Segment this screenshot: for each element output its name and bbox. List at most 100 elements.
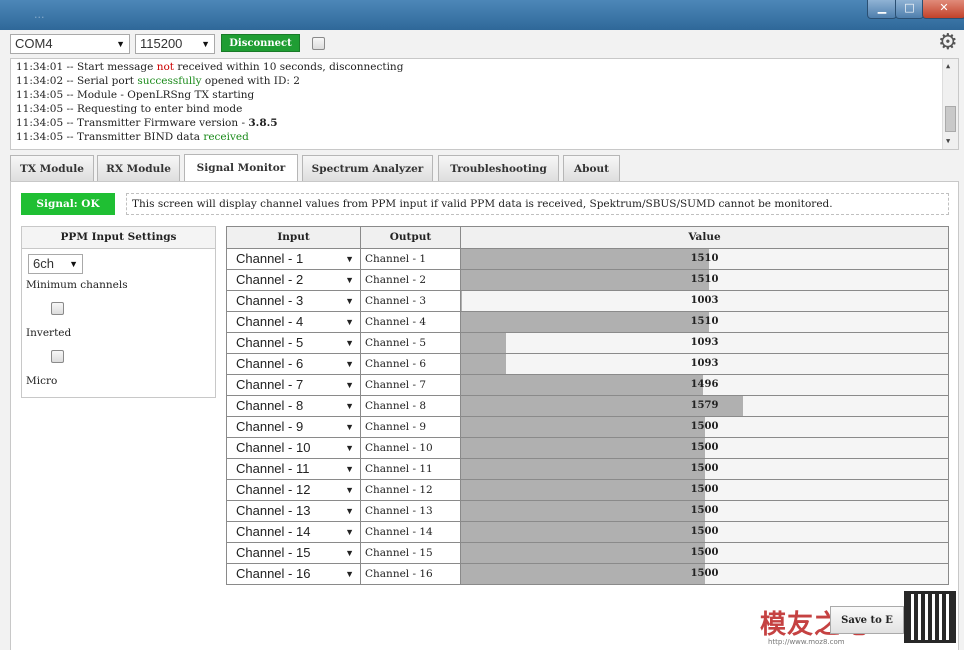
value-number: 1500: [690, 421, 719, 432]
log-text: -- Serial port: [63, 75, 138, 87]
channels-value: 6ch: [33, 256, 54, 271]
value-number: 1500: [690, 547, 719, 558]
chevron-down-icon: ▼: [345, 569, 354, 579]
value-number: 1500: [690, 442, 719, 453]
input-channel-select[interactable]: Channel - 1 ▼: [227, 249, 361, 269]
value-meter: 1500: [461, 543, 948, 563]
tab-rx-module[interactable]: RX Module: [97, 155, 180, 181]
header-input: Input: [227, 227, 361, 248]
output-channel-label: Channel - 1: [361, 249, 461, 269]
auto-connect-checkbox[interactable]: [312, 37, 325, 50]
output-channel-label: Channel - 2: [361, 270, 461, 290]
input-channel-select[interactable]: Channel - 7 ▼: [227, 375, 361, 395]
table-row: Channel - 16 ▼ Channel - 16 1500: [227, 564, 948, 585]
table-row: Channel - 3 ▼ Channel - 3 1003: [227, 291, 948, 312]
title-bar: ... ▁ □ ✕: [0, 0, 964, 30]
tab-troubleshooting[interactable]: Troubleshooting: [438, 155, 559, 181]
min-channels-checkbox[interactable]: [51, 302, 64, 315]
tab-tx-module[interactable]: TX Module: [10, 155, 94, 181]
channels-select[interactable]: 6ch ▼: [28, 254, 83, 274]
log-text: received within 10 seconds, disconnectin…: [174, 61, 404, 73]
baud-value: 115200: [140, 36, 183, 51]
output-channel-label: Channel - 13: [361, 501, 461, 521]
disconnect-button[interactable]: Disconnect: [221, 34, 300, 52]
input-channel-label: Channel - 9: [236, 419, 304, 434]
header-value: Value: [688, 231, 721, 243]
save-button[interactable]: Save to E: [830, 606, 904, 634]
input-channel-select[interactable]: Channel - 12 ▼: [227, 480, 361, 500]
table-row: Channel - 7 ▼ Channel - 7 1496: [227, 375, 948, 396]
input-channel-select[interactable]: Channel - 6 ▼: [227, 354, 361, 374]
input-channel-label: Channel - 15: [236, 545, 311, 560]
output-channel-label: Channel - 12: [361, 480, 461, 500]
baud-select[interactable]: 115200 ▼: [135, 34, 215, 54]
tab-about[interactable]: About: [563, 155, 620, 181]
value-meter: 1500: [461, 438, 948, 458]
log-timestamp: 11:34:05: [16, 131, 64, 143]
table-row: Channel - 2 ▼ Channel - 2 1510: [227, 270, 948, 291]
inverted-label: Inverted: [26, 327, 72, 339]
scroll-thumb[interactable]: [945, 106, 956, 132]
value-meter: 1510: [461, 312, 948, 332]
log-text: -- Transmitter Firmware version -: [63, 117, 249, 129]
toolbar: COM4 ▼ 115200 ▼ Disconnect: [0, 30, 964, 58]
scroll-down-icon[interactable]: ▼: [946, 137, 950, 145]
input-channel-select[interactable]: Channel - 9 ▼: [227, 417, 361, 437]
input-channel-label: Channel - 13: [236, 503, 311, 518]
table-row: Channel - 1 ▼ Channel - 1 1510: [227, 249, 948, 270]
output-channel-label: Channel - 16: [361, 564, 461, 584]
log-timestamp: 11:34:05: [16, 89, 64, 101]
close-button[interactable]: ✕: [922, 0, 964, 19]
input-channel-select[interactable]: Channel - 3 ▼: [227, 291, 361, 311]
log-timestamp: 11:34:02: [16, 75, 64, 87]
output-channel-label: Channel - 5: [361, 333, 461, 353]
input-channel-select[interactable]: Channel - 15 ▼: [227, 543, 361, 563]
chevron-down-icon: ▼: [345, 485, 354, 495]
input-channel-select[interactable]: Channel - 11 ▼: [227, 459, 361, 479]
chevron-down-icon: ▼: [201, 39, 210, 49]
table-row: Channel - 10 ▼ Channel - 10 1500: [227, 438, 948, 459]
signal-status-badge: Signal: OK: [21, 193, 115, 215]
input-channel-select[interactable]: Channel - 4 ▼: [227, 312, 361, 332]
min-channels-label: Minimum channels: [26, 279, 128, 291]
input-channel-select[interactable]: Channel - 10 ▼: [227, 438, 361, 458]
output-channel-label: Channel - 3: [361, 291, 461, 311]
log-line: 11:34:05 -- Module - OpenLRSng TX starti…: [16, 89, 254, 101]
gear-icon[interactable]: ⚙: [938, 32, 958, 54]
chevron-down-icon: ▼: [345, 338, 354, 348]
inverted-checkbox[interactable]: [51, 350, 64, 363]
channel-table-header: Input Output Value: [227, 227, 948, 249]
value-meter: 1093: [461, 333, 948, 353]
log-text: -- Transmitter BIND data: [63, 131, 204, 143]
output-channel-label: Channel - 4: [361, 312, 461, 332]
table-row: Channel - 15 ▼ Channel - 15 1500: [227, 543, 948, 564]
table-row: Channel - 11 ▼ Channel - 11 1500: [227, 459, 948, 480]
table-row: Channel - 13 ▼ Channel - 13 1500: [227, 501, 948, 522]
log-timestamp: 11:34:01: [16, 61, 64, 73]
chevron-down-icon: ▼: [116, 39, 125, 49]
value-number: 1003: [690, 295, 719, 306]
minimize-button[interactable]: ▁: [867, 0, 897, 19]
output-channel-label: Channel - 8: [361, 396, 461, 416]
chevron-down-icon: ▼: [345, 506, 354, 516]
input-channel-select[interactable]: Channel - 13 ▼: [227, 501, 361, 521]
maximize-button[interactable]: □: [895, 0, 924, 19]
value-number: 1093: [690, 358, 719, 369]
log-text: not: [156, 61, 174, 73]
output-channel-label: Channel - 14: [361, 522, 461, 542]
input-channel-select[interactable]: Channel - 16 ▼: [227, 564, 361, 584]
chevron-down-icon: ▼: [345, 317, 354, 327]
tab-signal-monitor[interactable]: Signal Monitor: [184, 154, 298, 182]
micro-label: Micro: [26, 375, 58, 387]
port-select[interactable]: COM4 ▼: [10, 34, 130, 54]
input-channel-select[interactable]: Channel - 5 ▼: [227, 333, 361, 353]
table-row: Channel - 12 ▼ Channel - 12 1500: [227, 480, 948, 501]
input-channel-select[interactable]: Channel - 8 ▼: [227, 396, 361, 416]
input-channel-select[interactable]: Channel - 14 ▼: [227, 522, 361, 542]
log-scrollbar[interactable]: ▲ ▼: [942, 59, 958, 149]
input-channel-select[interactable]: Channel - 2 ▼: [227, 270, 361, 290]
table-row: Channel - 6 ▼ Channel - 6 1093: [227, 354, 948, 375]
scroll-up-icon[interactable]: ▲: [946, 62, 950, 70]
tab-spectrum-analyzer[interactable]: Spectrum Analyzer: [302, 155, 433, 181]
value-number: 1500: [690, 463, 719, 474]
